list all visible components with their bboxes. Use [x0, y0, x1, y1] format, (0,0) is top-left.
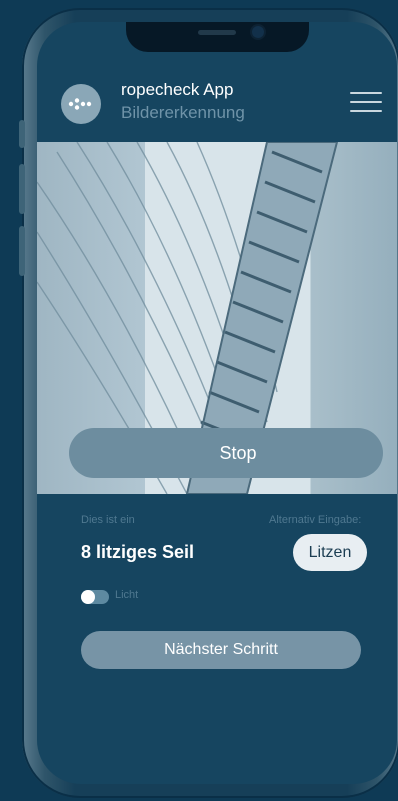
app-title: ropecheck App	[121, 80, 234, 99]
stop-button[interactable]: Stop	[69, 428, 383, 478]
dots-logo-icon	[61, 84, 101, 124]
phone-side-button-volume-down	[19, 226, 25, 276]
light-toggle[interactable]	[81, 590, 109, 604]
app-subtitle: Bildererkennung	[121, 103, 245, 122]
result-intro-label: Dies ist ein	[81, 514, 135, 526]
speaker-grille	[198, 30, 236, 35]
hamburger-menu-icon[interactable]	[350, 92, 382, 114]
detected-rope-type: 8 litziges Seil	[81, 542, 195, 562]
litzen-button[interactable]: Litzen	[293, 534, 367, 571]
phone-notch	[126, 22, 309, 52]
stop-button-label: Stop	[219, 442, 257, 463]
next-step-button[interactable]: Nächster Schritt	[81, 631, 361, 669]
app-screen: ropecheck App Bildererkennung Stop Dies …	[37, 22, 397, 784]
phone-side-button-volume-up	[19, 164, 25, 214]
light-toggle-label: Licht	[115, 589, 139, 601]
alternative-input-label: Alternativ Eingabe:	[269, 514, 362, 526]
phone-side-button-mute	[19, 120, 25, 148]
front-camera	[252, 26, 264, 38]
light-toggle-knob	[81, 590, 95, 604]
